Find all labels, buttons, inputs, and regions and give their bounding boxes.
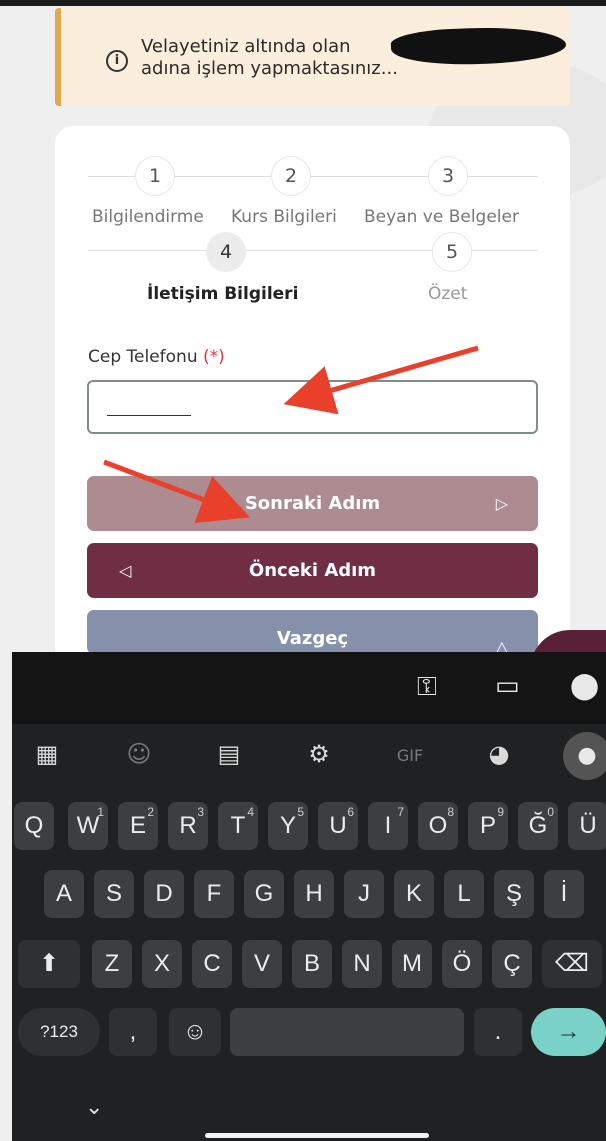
enter-key[interactable]: → [531, 1008, 606, 1056]
key-icon[interactable]: ⚿ [417, 672, 437, 703]
key-o[interactable]: O8 [418, 802, 458, 850]
key-z[interactable]: Z [92, 940, 132, 988]
key-j[interactable]: J [344, 870, 384, 918]
keyboard-toolbar: ▦ ☺ ▤ ⚙ GIF ◕ [12, 724, 606, 784]
key-i-dotted[interactable]: İ [544, 870, 584, 918]
key-a[interactable]: A [44, 870, 84, 918]
palette-icon[interactable]: ◕ [482, 740, 516, 768]
key-s[interactable]: S [94, 870, 134, 918]
autofill-bar: ⚿ ▭ ⬤ [12, 652, 606, 724]
key-i[interactable]: I7 [368, 802, 408, 850]
key-c-cedilla[interactable]: Ç [492, 940, 532, 988]
emoji-key[interactable]: ☺ [169, 1008, 221, 1056]
gif-icon[interactable]: GIF [390, 746, 430, 765]
arrow-right-icon: → [556, 1018, 581, 1045]
clipboard-icon[interactable]: ▤ [212, 740, 246, 768]
comma-key[interactable]: , [109, 1008, 157, 1056]
key-b[interactable]: B [292, 940, 332, 988]
arrow-to-phone-input [283, 345, 479, 415]
key-g[interactable]: G [244, 870, 284, 918]
key-v[interactable]: V [242, 940, 282, 988]
key-y[interactable]: Y5 [268, 802, 308, 850]
key-u[interactable]: U6 [318, 802, 358, 850]
key-h[interactable]: H [294, 870, 334, 918]
symbols-key[interactable]: ?123 [18, 1008, 100, 1056]
sticker-icon[interactable]: ☺ [122, 740, 156, 768]
soft-keyboard: ⚿ ▭ ⬤ ▦ ☺ ▤ ⚙ GIF ◕ ● Q W1 E2 R3 T4 Y5 U… [12, 652, 606, 1141]
location-pin-icon[interactable]: ⬤ [570, 671, 599, 701]
key-w[interactable]: W1 [68, 802, 108, 850]
period-key[interactable]: . [474, 1008, 522, 1056]
key-x[interactable]: X [142, 940, 182, 988]
home-indicator [205, 1133, 429, 1138]
key-o-umlaut[interactable]: Ö [442, 940, 482, 988]
key-c[interactable]: C [192, 940, 232, 988]
key-g-breve[interactable]: Ğ0 [518, 802, 558, 850]
key-f[interactable]: F [194, 870, 234, 918]
arrow-to-next-button [103, 459, 251, 523]
key-d[interactable]: D [144, 870, 184, 918]
credit-card-icon[interactable]: ▭ [495, 671, 520, 701]
key-r[interactable]: R3 [168, 802, 208, 850]
key-k[interactable]: K [394, 870, 434, 918]
annotation-arrows [103, 345, 479, 523]
chevron-down-icon[interactable]: ⌄ [85, 1095, 103, 1120]
key-m[interactable]: M [392, 940, 432, 988]
key-t[interactable]: T4 [218, 802, 258, 850]
space-key[interactable] [230, 1008, 464, 1056]
shift-key[interactable]: ⬆ [18, 940, 80, 988]
shift-icon: ⬆ [38, 950, 60, 977]
backspace-key[interactable]: ⌫ [542, 940, 602, 988]
key-u-umlaut[interactable]: Ü [568, 802, 606, 850]
key-p[interactable]: P9 [468, 802, 508, 850]
key-s-cedilla[interactable]: Ş [494, 870, 534, 918]
emoji-icon: ☺ [182, 1018, 208, 1045]
key-n[interactable]: N [342, 940, 382, 988]
key-e[interactable]: E2 [118, 802, 158, 850]
settings-gear-icon[interactable]: ⚙ [302, 740, 336, 768]
key-q[interactable]: Q [14, 802, 54, 850]
key-l[interactable]: L [444, 870, 484, 918]
microphone-icon[interactable]: ● [563, 732, 606, 780]
backspace-icon: ⌫ [555, 950, 589, 977]
apps-grid-icon[interactable]: ▦ [30, 740, 64, 768]
